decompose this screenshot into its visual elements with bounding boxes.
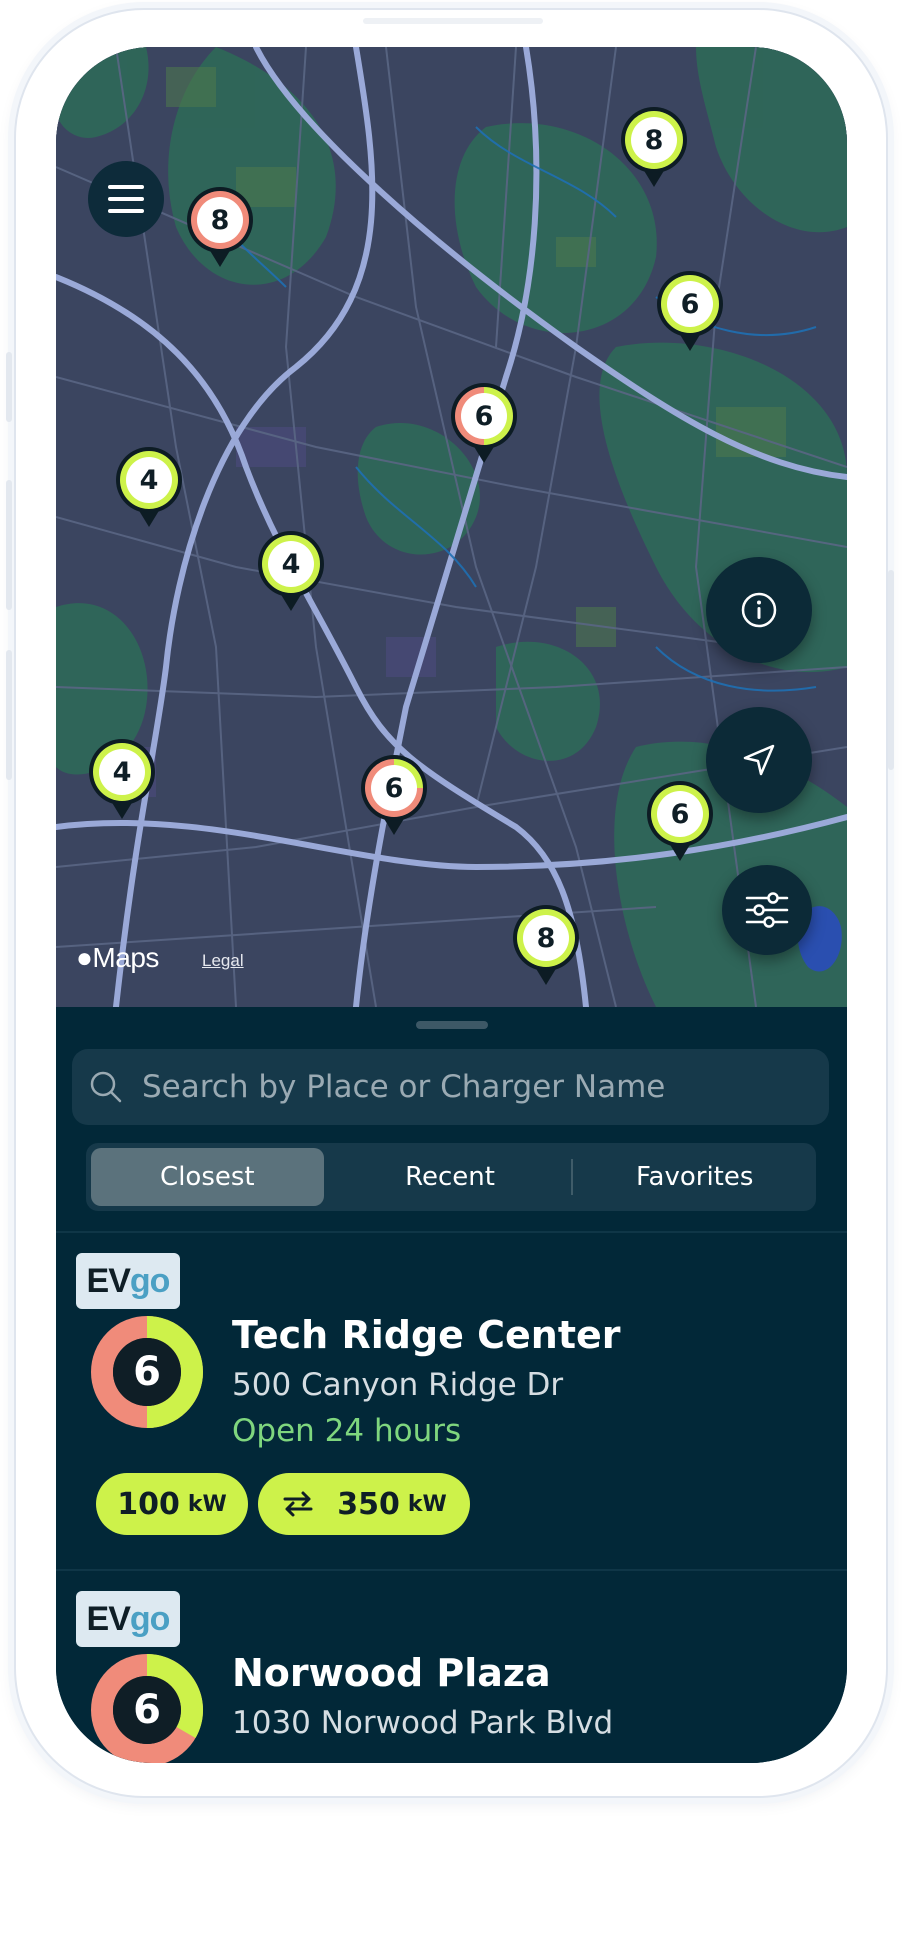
sheet-grabber[interactable] [416, 1021, 488, 1029]
mute-switch [6, 352, 12, 422]
speaker-slot [363, 18, 543, 24]
list-divider [56, 1569, 847, 1571]
info-button[interactable] [706, 557, 812, 663]
power-pill: 100 kW [96, 1473, 248, 1535]
tab-favorites[interactable]: Favorites [578, 1148, 811, 1206]
search-bar[interactable] [72, 1049, 829, 1125]
swap-arrows-icon [283, 1491, 313, 1517]
segment-divider [571, 1159, 574, 1195]
menu-button[interactable] [88, 161, 164, 237]
search-icon [90, 1071, 122, 1103]
maps-attribution: ●Maps [76, 942, 159, 973]
hamburger-menu-icon [108, 181, 144, 217]
charger-pin[interactable]: 8 [185, 185, 255, 267]
power-pill: 350 kW [258, 1473, 470, 1535]
charger-pin[interactable]: 6 [359, 753, 429, 835]
charger-pin[interactable]: 6 [645, 779, 715, 861]
charger-name: Tech Ridge Center [232, 1313, 621, 1357]
charger-pin[interactable]: 4 [87, 737, 157, 819]
tab-recent[interactable]: Recent [334, 1148, 567, 1206]
charger-pin[interactable]: 4 [256, 529, 326, 611]
pin-count: 6 [371, 765, 417, 811]
maps-legal-link[interactable]: Legal [202, 951, 244, 971]
charger-pin[interactable]: 4 [114, 445, 184, 527]
sort-segmented-control: Closest Recent Favorites [86, 1143, 816, 1211]
power-button [888, 570, 894, 770]
pin-count: 4 [99, 749, 145, 795]
evgo-logo: EV go [76, 1253, 180, 1309]
available-count: 6 [133, 1687, 161, 1733]
charger-card[interactable]: EV go 6 Norwood Plaza 1030 Norwood Park B… [56, 1573, 847, 1763]
filter-sliders-icon [745, 892, 789, 928]
app-screen: 8 8 6 6 4 4 4 6 6 8 ●Maps Legal Search b… [56, 47, 847, 1763]
volume-up-button [6, 480, 12, 610]
pin-count: 4 [268, 541, 314, 587]
info-icon [741, 592, 777, 628]
charger-pin[interactable]: 8 [511, 903, 581, 985]
charger-name: Norwood Plaza [232, 1651, 551, 1695]
map-view[interactable]: 8 8 6 6 4 4 4 6 6 8 ●Maps Legal [56, 47, 847, 1007]
pin-count: 4 [126, 457, 172, 503]
tab-closest[interactable]: Closest [91, 1148, 324, 1206]
charger-pin[interactable]: 8 [619, 105, 689, 187]
charger-card[interactable]: EV go 6 Tech Ridge Center 500 Canyon Ridg… [56, 1235, 847, 1565]
available-count: 6 [133, 1349, 161, 1395]
pin-count: 6 [657, 791, 703, 837]
pin-count: 8 [631, 117, 677, 163]
filter-button[interactable] [722, 865, 812, 955]
apple-logo-icon: ● [76, 942, 93, 973]
list-divider [56, 1231, 847, 1233]
locate-me-button[interactable] [706, 707, 812, 813]
charger-list-sheet: Closest Recent Favorites EVgo 6 Tech Rid… [56, 1007, 847, 1763]
charger-address: 500 Canyon Ridge Dr [232, 1367, 564, 1403]
charger-pin[interactable]: 6 [655, 269, 725, 351]
pin-count: 8 [197, 197, 243, 243]
location-arrow-icon [743, 744, 775, 776]
charger-address: 1030 Norwood Park Blvd [232, 1705, 614, 1741]
pin-count: 8 [523, 915, 569, 961]
volume-down-button [6, 650, 12, 780]
charger-pin[interactable]: 6 [449, 381, 519, 463]
pin-count: 6 [461, 393, 507, 439]
evgo-logo: EV go [76, 1591, 180, 1647]
charger-hours: Open 24 hours [232, 1413, 462, 1449]
search-input[interactable] [140, 1068, 784, 1106]
pin-count: 6 [667, 281, 713, 327]
